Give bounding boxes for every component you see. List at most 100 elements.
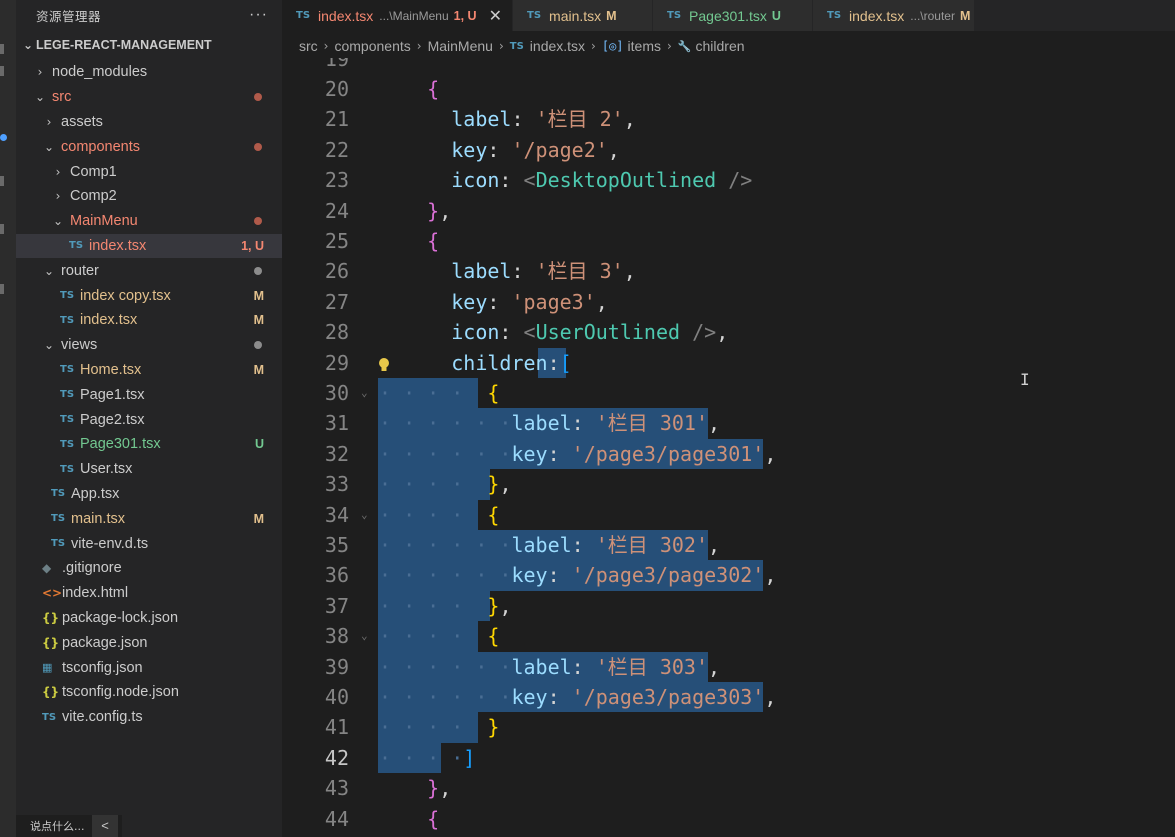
file-item[interactable]: <> index.html — [16, 581, 282, 606]
explorer-title: 资源管理器 — [36, 8, 102, 24]
breadcrumb-item[interactable]: MainMenu — [428, 38, 493, 54]
folder-item[interactable]: › Comp1 — [16, 159, 282, 184]
breadcrumb-item[interactable]: components — [334, 38, 410, 54]
line-number: 43 — [324, 776, 349, 801]
file-item[interactable]: TS App.tsx — [16, 482, 282, 507]
editor-tab[interactable]: TS Page301.tsx U — [653, 0, 813, 31]
breadcrumb-item[interactable]: src — [299, 38, 318, 54]
folder-item[interactable]: ⌄ views — [16, 333, 282, 358]
file-item[interactable]: TS Page2.tsx — [16, 407, 282, 432]
tree-item-label: vite.config.ts — [62, 709, 143, 726]
close-icon[interactable]: ✕ — [489, 6, 502, 26]
code-token: { — [427, 77, 440, 101]
code-token: : — [511, 259, 536, 284]
fold-chevron-icon[interactable]: ⌄ — [361, 621, 368, 651]
code-text: }, — [379, 773, 451, 803]
code-token: '/page3/page301' — [571, 441, 765, 466]
breadcrumb-item[interactable]: children — [696, 38, 745, 54]
code-text: · · · · } — [379, 712, 499, 742]
folder-item[interactable]: › Comp2 — [16, 184, 282, 209]
code-token: } — [427, 198, 440, 223]
file-item[interactable]: {} package-lock.json — [16, 606, 282, 631]
comment-input[interactable]: 说点什么... — [16, 818, 92, 834]
file-item[interactable]: ▦ tsconfig.json — [16, 655, 282, 680]
line-number: 19 — [324, 58, 349, 71]
activity-icon[interactable] — [0, 44, 4, 54]
code-token: key — [451, 137, 488, 162]
file-item[interactable]: TS main.tsx M — [16, 506, 282, 531]
collapse-button[interactable]: < — [92, 815, 118, 837]
project-root[interactable]: ⌄ LEGE-REACT-MANAGEMENT — [16, 30, 282, 60]
code-token: '栏目 302' — [595, 533, 709, 557]
activity-icon[interactable] — [0, 66, 4, 76]
html-file-icon: <> — [42, 586, 63, 601]
tab-bar: TS index.tsx ...\MainMenu 1, U ✕ TS main.tsx M T… — [282, 0, 1175, 31]
file-item[interactable]: ◆ .gitignore — [16, 556, 282, 581]
folder-item[interactable]: ⌄ MainMenu — [16, 209, 282, 234]
line-number: 34 — [324, 502, 349, 527]
file-item[interactable]: TS index.tsx M — [16, 308, 282, 333]
activity-icon[interactable] — [0, 224, 4, 234]
file-item[interactable]: TS vite.config.ts — [16, 705, 282, 730]
code-line: 22 key: '/page2', — [282, 135, 1175, 165]
code-token: · · · · — [379, 381, 464, 405]
folder-item[interactable]: ⌄ components — [16, 134, 282, 159]
more-actions-icon[interactable]: ··· — [249, 6, 268, 24]
activity-icon[interactable] — [0, 284, 4, 294]
code-token: , — [499, 472, 512, 497]
breadcrumb-item[interactable]: items — [628, 38, 661, 54]
code-text: icon: <DesktopOutlined /> — [379, 165, 752, 195]
activity-icon[interactable] — [0, 176, 4, 186]
code-editor[interactable]: 19 20 {21 label: '栏目 2', 22 key: '/page2',… — [282, 58, 1175, 837]
fold-chevron-icon[interactable]: ⌄ — [361, 500, 368, 530]
code-line: 39 · · · · · ·label: '栏目 303', — [282, 651, 1175, 682]
code-token: · · · · — [379, 624, 464, 649]
code-token: · · · · — [379, 715, 464, 740]
typescript-icon: TS — [527, 10, 542, 21]
code-line: 21 label: '栏目 2', — [282, 104, 1175, 134]
status-dot — [254, 341, 262, 350]
chevron-right-icon: › — [37, 65, 43, 80]
folder-item[interactable]: › assets — [16, 110, 282, 135]
fold-chevron-icon[interactable]: ⌄ — [361, 378, 368, 408]
breadcrumb-item[interactable]: index.tsx — [530, 38, 585, 54]
code-text: key: '/page2', — [379, 135, 620, 165]
code-token: icon — [451, 320, 500, 345]
chevron-right-icon: › — [55, 164, 61, 179]
file-item[interactable]: TS Home.tsx M — [16, 358, 282, 383]
code-token: : — [487, 137, 512, 162]
file-item[interactable]: {} package.json — [16, 630, 282, 655]
folder-item[interactable]: ⌄ router — [16, 258, 282, 283]
folder-item[interactable]: › node_modules — [16, 60, 282, 85]
file-item[interactable]: TS Page1.tsx — [16, 382, 282, 407]
file-item[interactable]: {} tsconfig.node.json — [16, 680, 282, 705]
file-item[interactable]: TS Page301.tsx U — [16, 432, 282, 457]
code-token: · · · · · · — [379, 685, 512, 709]
line-number: 27 — [324, 289, 349, 314]
tree-item-label: Comp1 — [70, 163, 117, 180]
chevron-right-icon: › — [667, 39, 672, 53]
folder-item[interactable]: ⌄ src — [16, 85, 282, 110]
line-number: 29 — [324, 350, 349, 375]
chevron-right-icon: › — [323, 39, 329, 53]
file-item[interactable]: TS index copy.tsx M — [16, 283, 282, 308]
file-item[interactable]: TS index.tsx 1, U — [16, 233, 282, 259]
line-number: 28 — [324, 320, 349, 345]
file-tree: › node_modules ⌄ src › assets ⌄ components › Comp… — [16, 60, 282, 730]
code-text: · · · · · ·label: '栏目 301', — [379, 408, 720, 438]
editor-tab[interactable]: TS index.tsx ...\router M — [813, 0, 975, 31]
file-item[interactable]: TS User.tsx — [16, 457, 282, 482]
code-text: · · · · · ·key: '/page3/page302', — [379, 560, 776, 590]
code-token: < — [523, 168, 536, 193]
code-line: 37 · · · · }, — [282, 590, 1175, 622]
code-token: } — [427, 776, 440, 801]
editor-tab[interactable]: TS main.tsx M — [513, 0, 653, 31]
editor-tab[interactable]: TS index.tsx ...\MainMenu 1, U ✕ — [282, 0, 513, 31]
file-item[interactable]: TS vite-env.d.ts — [16, 531, 282, 556]
code-token: · · · · · · — [379, 441, 512, 466]
